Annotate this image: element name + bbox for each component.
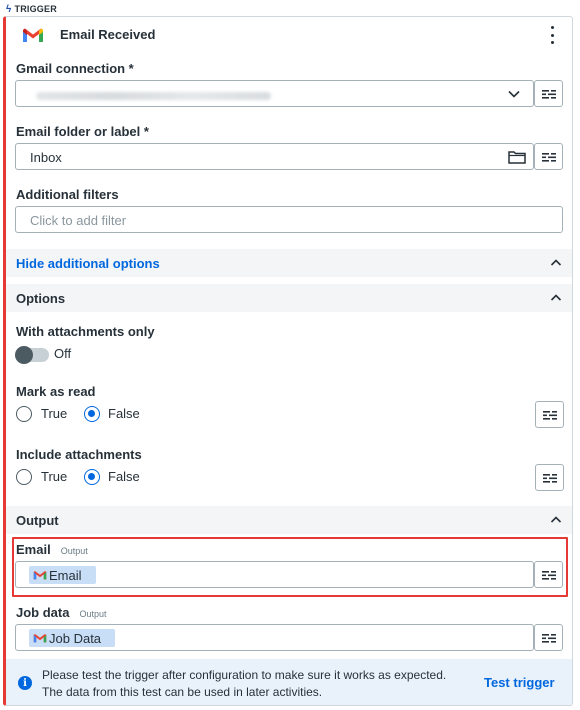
- test-trigger-button[interactable]: Test trigger: [484, 675, 555, 690]
- options-list-icon: [542, 473, 557, 483]
- job-data-variable-chip[interactable]: Job Data: [29, 629, 116, 647]
- include-attachments-true-label[interactable]: True: [41, 469, 67, 484]
- test-info-banner: i Please test the trigger after configur…: [6, 659, 572, 705]
- gmail-logo-icon: [33, 633, 47, 643]
- options-list-icon: [541, 633, 556, 643]
- hide-options-link[interactable]: Hide additional options: [16, 256, 160, 271]
- mark-as-read-true-radio[interactable]: [16, 406, 32, 422]
- email-variable-chip[interactable]: Email: [29, 566, 96, 584]
- options-section-title: Options: [16, 291, 66, 306]
- include-attachments-label: Include attachments: [16, 447, 142, 462]
- chevron-up-icon[interactable]: [549, 256, 563, 270]
- email-output-label: Email: [16, 542, 51, 557]
- include-attachments-false-radio[interactable]: [84, 469, 100, 485]
- output-section-header[interactable]: Output: [6, 506, 572, 534]
- email-folder-input[interactable]: Inbox: [15, 143, 534, 170]
- trigger-tag: ϟ TRIGGER: [6, 2, 57, 16]
- email-chip-label: Email: [49, 567, 82, 583]
- folder-icon[interactable]: [508, 150, 526, 164]
- more-options-icon[interactable]: [549, 26, 555, 44]
- gmail-connection-label: Gmail connection *: [16, 61, 134, 76]
- options-list-icon: [542, 410, 557, 420]
- options-list-icon: [541, 152, 556, 162]
- mark-as-read-label: Mark as read: [16, 384, 96, 399]
- options-list-icon: [541, 570, 556, 580]
- mark-as-read-false-radio[interactable]: [84, 406, 100, 422]
- include-attachments-false-label[interactable]: False: [108, 469, 140, 484]
- job-data-label-row: Job data Output: [16, 605, 107, 620]
- options-list-icon: [541, 89, 556, 99]
- job-data-tag: Output: [79, 609, 107, 619]
- email-output-mode-button[interactable]: [534, 561, 563, 588]
- with-attachments-label: With attachments only: [16, 324, 155, 339]
- with-attachments-toggle[interactable]: [15, 346, 49, 364]
- test-info-text: Please test the trigger after configurat…: [42, 668, 447, 699]
- additional-filters-placeholder: Click to add filter: [30, 213, 127, 228]
- job-data-label: Job data: [16, 605, 70, 620]
- mark-as-read-false-label[interactable]: False: [108, 406, 140, 421]
- gmail-logo-icon: [23, 28, 43, 42]
- folder-mode-button[interactable]: [534, 143, 563, 170]
- additional-filters-label: Additional filters: [16, 187, 119, 202]
- gmail-logo-icon: [33, 570, 47, 580]
- include-attachments-true-radio[interactable]: [16, 469, 32, 485]
- job-data-field[interactable]: Job Data: [15, 624, 534, 651]
- chevron-down-icon: [508, 90, 520, 98]
- info-icon: i: [18, 676, 32, 690]
- job-data-chip-label: Job Data: [49, 630, 102, 646]
- trigger-title: Email Received: [60, 27, 156, 42]
- trigger-panel: Email Received Gmail connection * Email …: [3, 16, 573, 706]
- mark-as-read-mode-button[interactable]: [535, 401, 564, 428]
- email-output-field[interactable]: Email: [15, 561, 534, 588]
- chevron-up-icon[interactable]: [549, 513, 563, 527]
- additional-filters-input[interactable]: Click to add filter: [15, 206, 563, 233]
- output-section-title: Output: [16, 513, 59, 528]
- job-data-mode-button[interactable]: [534, 624, 563, 651]
- chevron-up-icon[interactable]: [549, 291, 563, 305]
- gmail-connection-select[interactable]: [15, 80, 534, 107]
- with-attachments-state: Off: [54, 346, 72, 361]
- hide-options-bar[interactable]: Hide additional options: [6, 249, 572, 277]
- trigger-tag-label: TRIGGER: [14, 4, 57, 14]
- include-attachments-mode-button[interactable]: [535, 464, 564, 491]
- options-section-header[interactable]: Options: [6, 284, 572, 312]
- connection-mode-button[interactable]: [534, 80, 563, 107]
- redacted-connection-value: [36, 92, 271, 100]
- email-folder-label: Email folder or label *: [16, 124, 149, 139]
- email-folder-value: Inbox: [30, 150, 62, 165]
- mark-as-read-true-label[interactable]: True: [41, 406, 67, 421]
- email-output-tag: Output: [60, 546, 88, 556]
- lightning-icon: ϟ: [6, 3, 12, 15]
- email-output-label-row: Email Output: [16, 542, 88, 557]
